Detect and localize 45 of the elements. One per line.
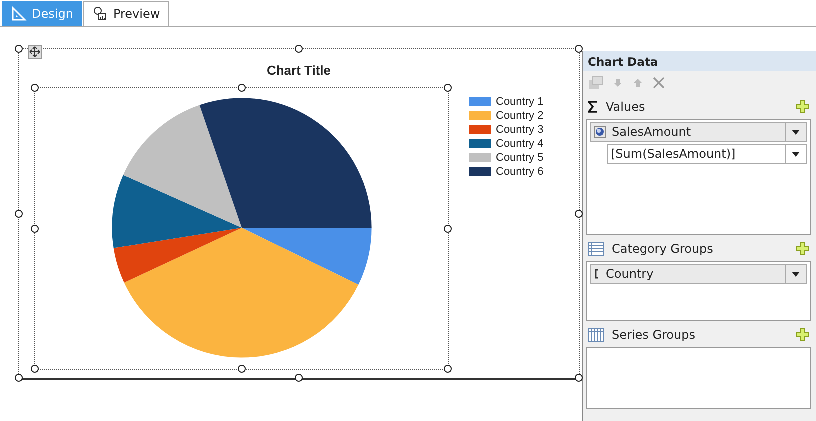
- section-title: Category Groups: [612, 242, 714, 256]
- add-icon[interactable]: [796, 100, 810, 114]
- plot-area[interactable]: [34, 87, 449, 370]
- columns-icon: [588, 328, 604, 342]
- resize-handle[interactable]: [238, 84, 246, 92]
- resize-handle[interactable]: [575, 374, 583, 382]
- ruler-triangle-icon: [11, 6, 27, 22]
- section-title: Values: [606, 100, 646, 114]
- preview-icon: [92, 6, 108, 22]
- resize-handle[interactable]: [444, 84, 452, 92]
- legend-label: Country 3: [496, 124, 544, 136]
- drop-zone[interactable]: SalesAmount [Sum(SalesAmount)]: [586, 119, 811, 235]
- resize-handle[interactable]: [575, 210, 583, 218]
- resize-handle[interactable]: [295, 374, 303, 382]
- field-dropdown[interactable]: [Sum(SalesAmount)]: [607, 144, 807, 164]
- legend-label: Country 1: [496, 96, 544, 108]
- dropdown-arrow-icon: [792, 130, 800, 134]
- field-dropdown[interactable]: Country: [590, 264, 807, 284]
- list-icon: [588, 242, 604, 256]
- globe-icon: [594, 126, 606, 138]
- resize-handle[interactable]: [15, 45, 23, 53]
- dropdown-arrow-icon: [792, 152, 800, 156]
- resize-handle[interactable]: [31, 84, 39, 92]
- section-title: Series Groups: [612, 328, 696, 342]
- add-icon[interactable]: [796, 328, 810, 342]
- chart-title: Chart Title: [266, 63, 332, 78]
- sigma-icon: [588, 101, 598, 113]
- field-dropdown[interactable]: SalesAmount: [590, 122, 807, 142]
- legend-label: Country 6: [496, 166, 544, 178]
- legend-label: Country 2: [496, 110, 544, 122]
- dropdown-arrow-icon: [792, 272, 800, 276]
- bracket-icon: [594, 268, 600, 280]
- add-icon[interactable]: [796, 242, 810, 256]
- drop-zone[interactable]: Country: [586, 261, 811, 321]
- chart-area[interactable]: Chart Title Country 1 Country 2 Country 3 Country 4 Country 5 Country 6: [18, 48, 580, 380]
- panel-title: Chart Data: [583, 51, 816, 71]
- tab[interactable]: Preview: [83, 1, 170, 26]
- resize-handle[interactable]: [444, 224, 452, 232]
- resize-handle[interactable]: [295, 45, 303, 53]
- legend-label: Country 5: [496, 152, 544, 164]
- resize-handle[interactable]: [238, 365, 246, 373]
- legend-label: Country 4: [496, 138, 544, 150]
- resize-handle[interactable]: [444, 365, 452, 373]
- resize-handle[interactable]: [575, 45, 583, 53]
- move-handle-icon[interactable]: [28, 45, 42, 59]
